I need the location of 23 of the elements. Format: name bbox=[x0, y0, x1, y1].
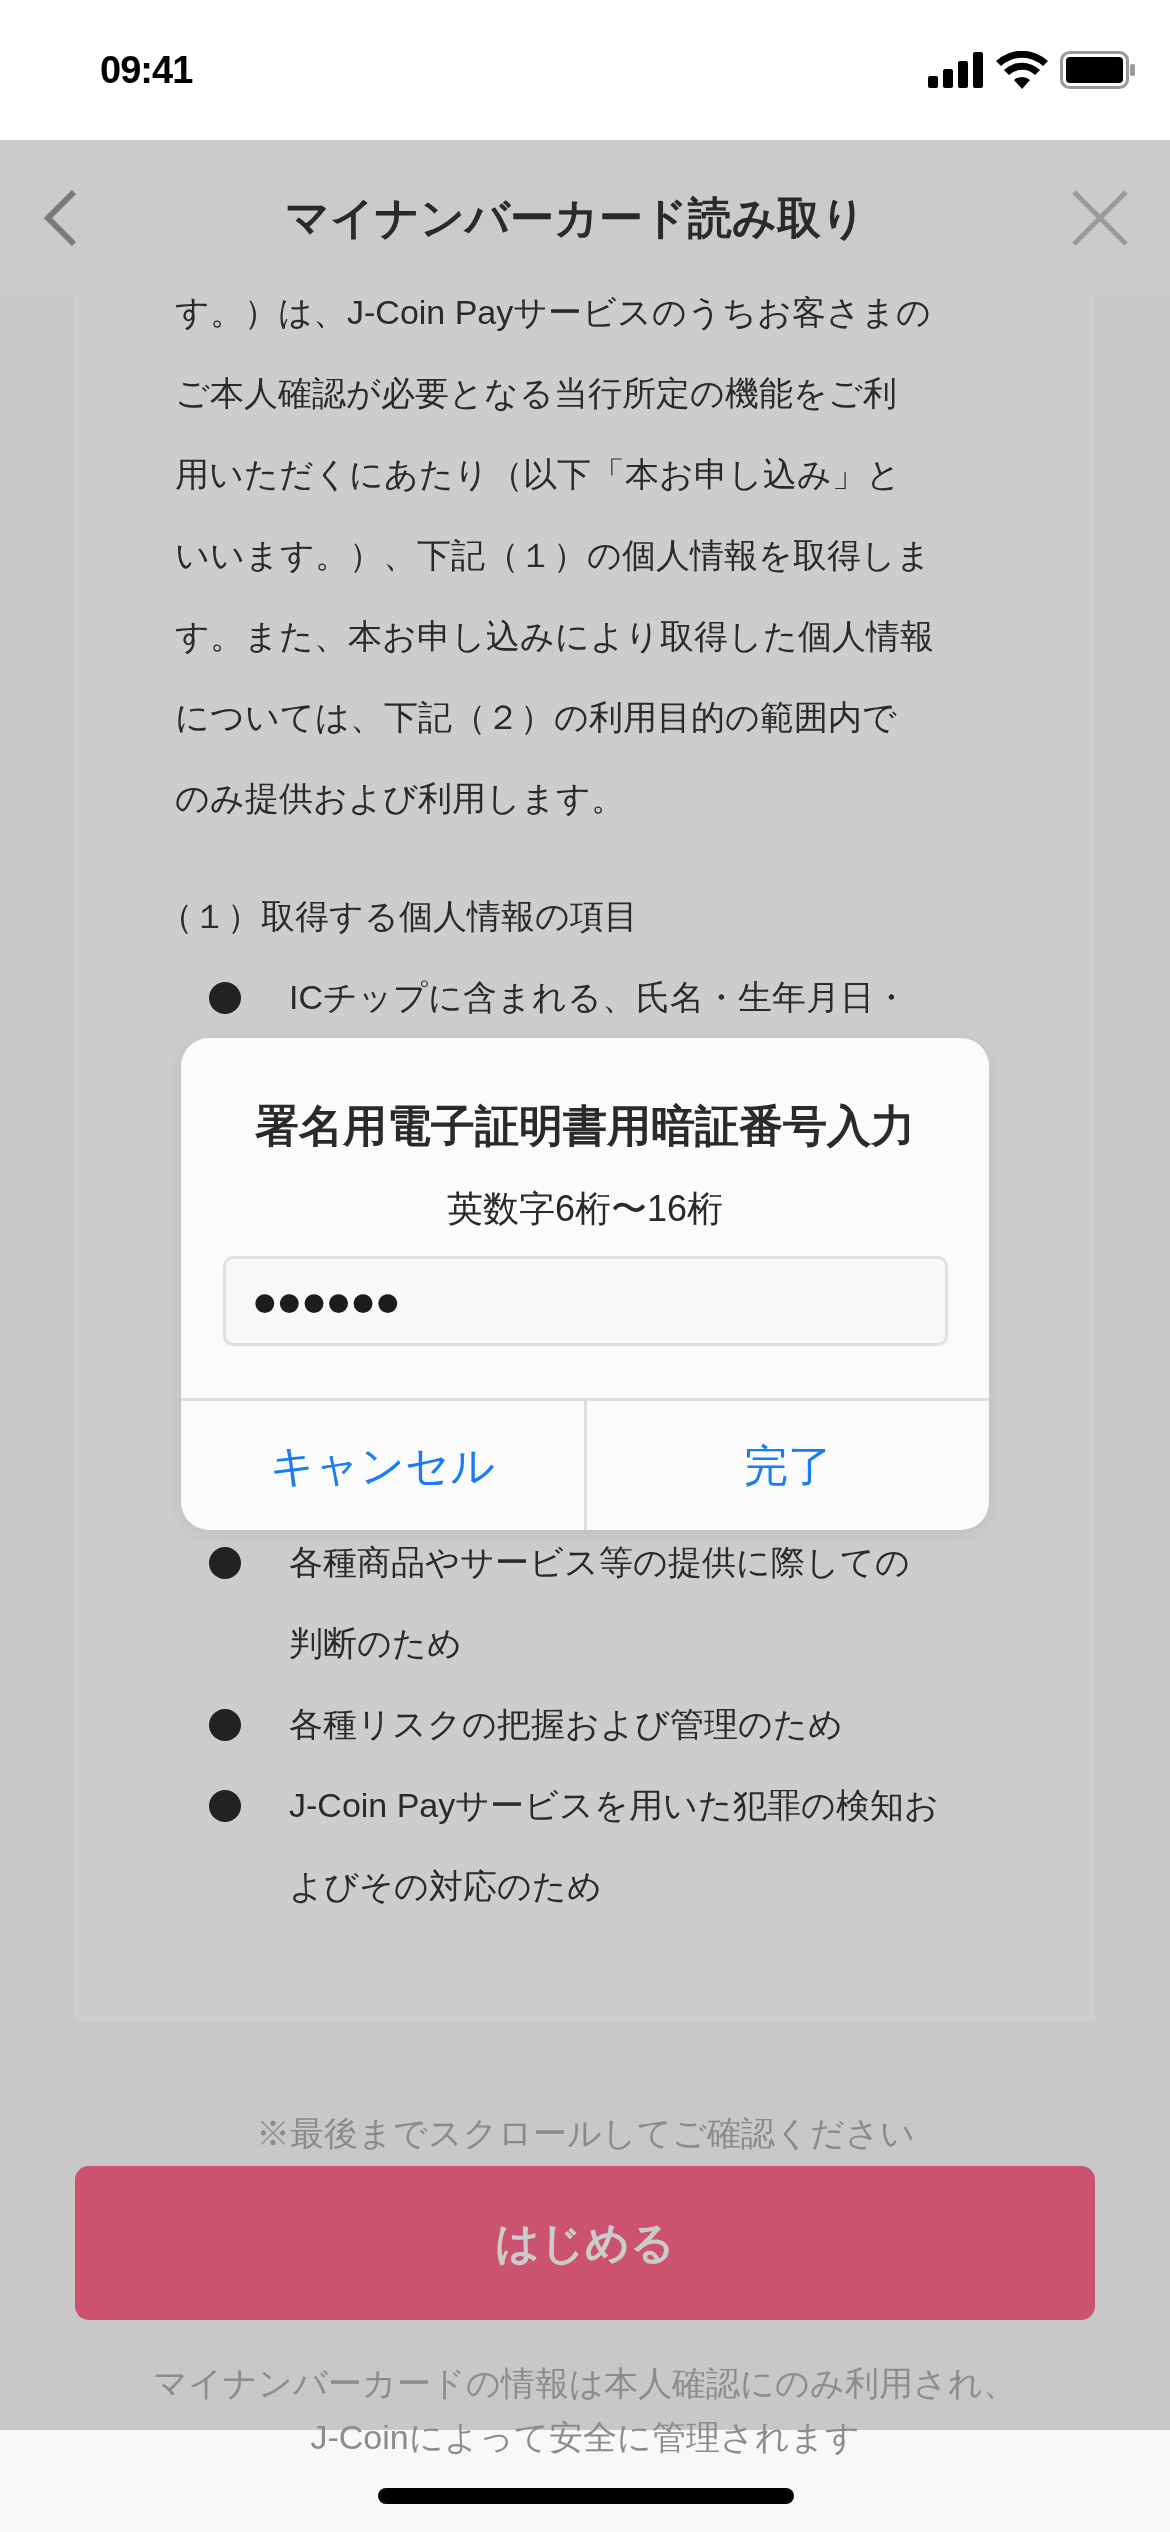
screen-title: マイナンバーカード読み取り bbox=[284, 192, 866, 244]
wifi-icon bbox=[996, 51, 1048, 89]
pin-input-field[interactable]: ●●●●●● bbox=[222, 1256, 948, 1346]
dialog-title: 署名用電子証明書用暗証番号入力 bbox=[255, 1100, 915, 1152]
cancel-button[interactable]: キャンセル bbox=[181, 1401, 587, 1530]
list-item-text: 各種リスクの把握および管理のため bbox=[289, 1704, 843, 1745]
dialog-subtitle: 英数字6桁〜16桁 bbox=[446, 1187, 724, 1231]
list-item-text: 各種商品やサービス等の提供に際しての 判断のため bbox=[289, 1542, 910, 1664]
bullet-icon bbox=[209, 1708, 241, 1741]
signal-icon bbox=[928, 52, 984, 88]
done-button[interactable]: 完了 bbox=[586, 1401, 989, 1530]
battery-icon bbox=[1060, 51, 1136, 89]
bullet-icon bbox=[209, 981, 241, 1014]
scroll-note: ※最後までスクロールしてご確認ください bbox=[254, 2113, 916, 2154]
status-time: 09:41 bbox=[100, 47, 193, 93]
footer-note: マイナンバーカードの情報は本人確認にのみ利用され、 J-Coinによって安全に管理されます bbox=[152, 2363, 1018, 2458]
list-item-text: J-Coin Payサービスを用いた犯罪の検知お よびその対応のため bbox=[289, 1785, 940, 1907]
close-icon[interactable] bbox=[1070, 188, 1130, 248]
bullet-icon bbox=[209, 1546, 241, 1579]
section-heading: （１）取得する個人情報の項目 bbox=[159, 896, 639, 937]
start-button[interactable]: はじめる bbox=[75, 2166, 1095, 2320]
bullet-icon bbox=[209, 1789, 241, 1822]
list-item-text: ICチップに含まれる、氏名・生年月日・ bbox=[289, 977, 908, 1018]
